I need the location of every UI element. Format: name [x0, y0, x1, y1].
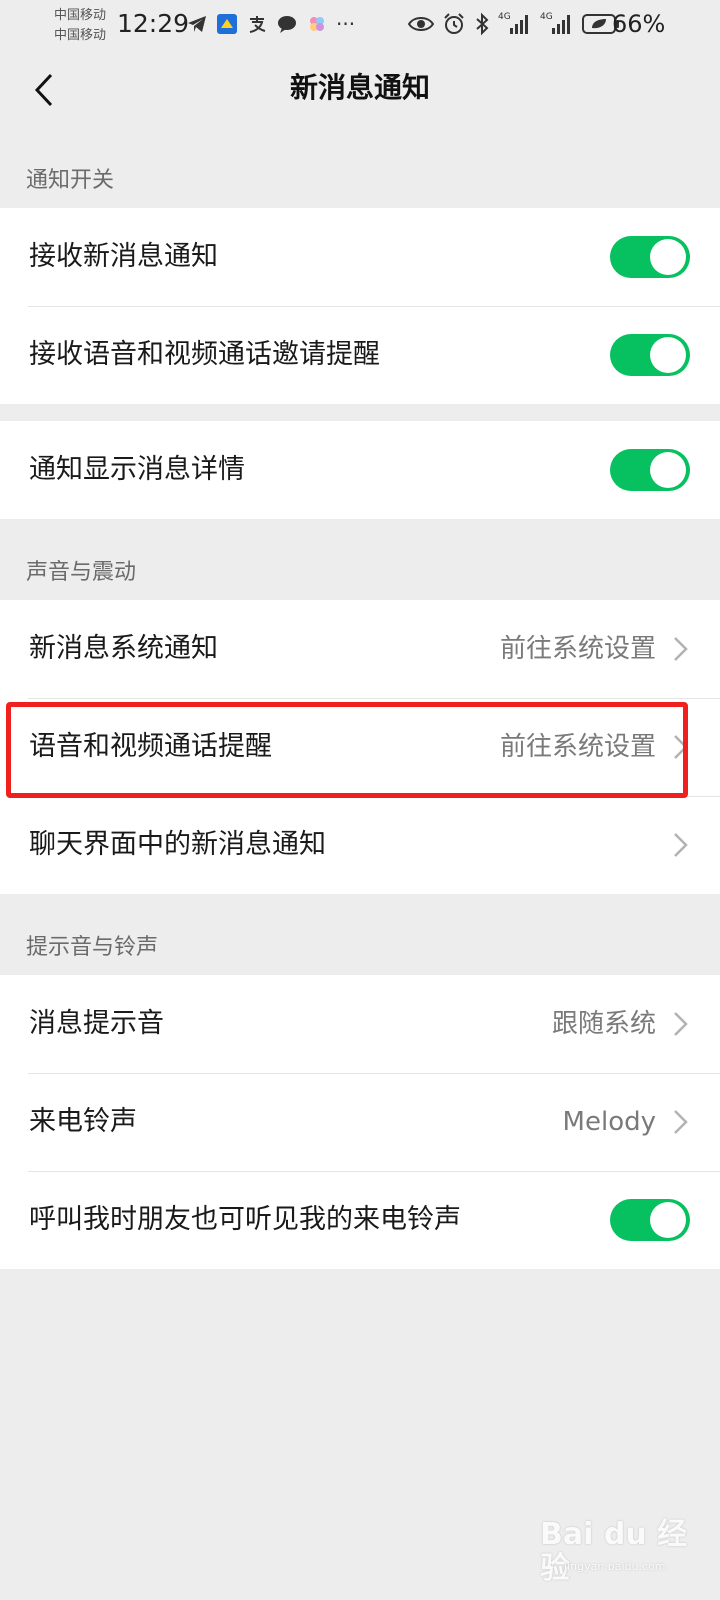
- signal-1: 4G: [498, 12, 532, 36]
- notification-icons: ···: [186, 10, 355, 38]
- row-label: 接收语音和视频通话邀请提醒: [29, 339, 380, 370]
- signal-icon: [552, 15, 570, 34]
- app-icon: [217, 14, 237, 34]
- group-message-detail: 通知显示消息详情: [0, 421, 720, 519]
- battery-percent: 66%: [612, 10, 666, 38]
- chevron-right-icon: [674, 735, 688, 759]
- toggle-receive-call-invite[interactable]: [610, 334, 690, 376]
- eye-icon: [408, 17, 434, 31]
- network-type-1: 4G: [498, 12, 511, 22]
- chevron-right-icon: [674, 1012, 688, 1036]
- toggle-knob: [650, 239, 686, 275]
- flower-app-icon: [310, 17, 324, 31]
- toggle-knob: [650, 1202, 686, 1238]
- chevron-right-icon: [674, 833, 688, 857]
- toggle-knob: [650, 452, 686, 488]
- row-show-message-detail[interactable]: 通知显示消息详情: [0, 421, 720, 519]
- watermark-url: jingyan.baidu.com: [564, 1560, 666, 1573]
- section-header-notify-switch: 通知开关: [26, 168, 115, 193]
- carrier-2: 中国移动: [54, 28, 107, 43]
- bluetooth-icon: [476, 12, 489, 36]
- row-value: 跟随系统: [551, 1009, 656, 1039]
- chat-bubble-icon: [278, 16, 296, 33]
- toggle-friends-hear-ringtone[interactable]: [610, 1199, 690, 1241]
- row-label: 新消息系统通知: [29, 633, 218, 664]
- row-label: 接收新消息通知: [29, 241, 218, 272]
- row-receive-call-invite[interactable]: 接收语音和视频通话邀请提醒: [0, 306, 720, 404]
- row-value: Melody: [562, 1107, 656, 1137]
- row-label: 消息提示音: [29, 1008, 164, 1039]
- telegram-icon: [188, 16, 206, 32]
- row-label: 聊天界面中的新消息通知: [29, 829, 326, 860]
- signal-2: 4G: [540, 12, 574, 36]
- group-tones: 消息提示音 跟随系统 来电铃声 Melody 呼叫我时朋友也可听见我的来电铃声: [0, 975, 720, 1269]
- page-title: 新消息通知: [289, 71, 430, 104]
- network-type-2: 4G: [540, 12, 553, 22]
- carrier-info: 中国移动 中国移动: [54, 6, 106, 46]
- section-header-tones: 提示音与铃声: [26, 935, 159, 960]
- group-sound-vibrate: 新消息系统通知 前往系统设置 语音和视频通话提醒 前往系统设置 聊天界面中的新消…: [0, 600, 720, 894]
- row-value: 前往系统设置: [499, 732, 656, 762]
- system-icons: 4G 4G: [408, 10, 620, 38]
- row-label: 呼叫我时朋友也可听见我的来电铃声: [29, 1204, 461, 1235]
- row-friends-hear-ringtone[interactable]: 呼叫我时朋友也可听见我的来电铃声: [0, 1171, 720, 1269]
- row-label: 语音和视频通话提醒: [29, 731, 272, 762]
- row-value: 前往系统设置: [499, 634, 656, 664]
- row-chat-new-message[interactable]: 聊天界面中的新消息通知: [0, 796, 720, 894]
- chevron-right-icon: [674, 637, 688, 661]
- carrier-1: 中国移动: [54, 8, 107, 23]
- status-bar: 中国移动 中国移动 12:29 ··· 4G 4G 66%: [0, 0, 720, 56]
- status-time: 12:29: [117, 9, 190, 38]
- toggle-receive-new-message[interactable]: [610, 236, 690, 278]
- more-notifications: ···: [336, 12, 356, 36]
- nav-bar: 新消息通知: [0, 56, 720, 122]
- chevron-right-icon: [674, 1110, 688, 1134]
- alipay-icon: [249, 16, 266, 33]
- group-notify-switch: 接收新消息通知 接收语音和视频通话邀请提醒: [0, 208, 720, 404]
- alarm-icon: [444, 13, 464, 34]
- signal-icon: [510, 15, 528, 34]
- watermark-logo: Bai du 经验: [540, 1517, 688, 1586]
- toggle-show-message-detail[interactable]: [610, 449, 690, 491]
- toggle-knob: [650, 337, 686, 373]
- row-call-reminder[interactable]: 语音和视频通话提醒 前往系统设置: [0, 698, 720, 796]
- row-label: 通知显示消息详情: [29, 454, 245, 485]
- watermark: Bai du 经验 jingyan.baidu.com: [540, 1496, 710, 1586]
- row-message-tone[interactable]: 消息提示音 跟随系统: [0, 975, 720, 1073]
- row-label: 来电铃声: [29, 1106, 137, 1137]
- row-system-notification[interactable]: 新消息系统通知 前往系统设置: [0, 600, 720, 698]
- row-ringtone[interactable]: 来电铃声 Melody: [0, 1073, 720, 1171]
- row-receive-new-message[interactable]: 接收新消息通知: [0, 208, 720, 306]
- section-header-sound-vibrate: 声音与震动: [26, 560, 137, 585]
